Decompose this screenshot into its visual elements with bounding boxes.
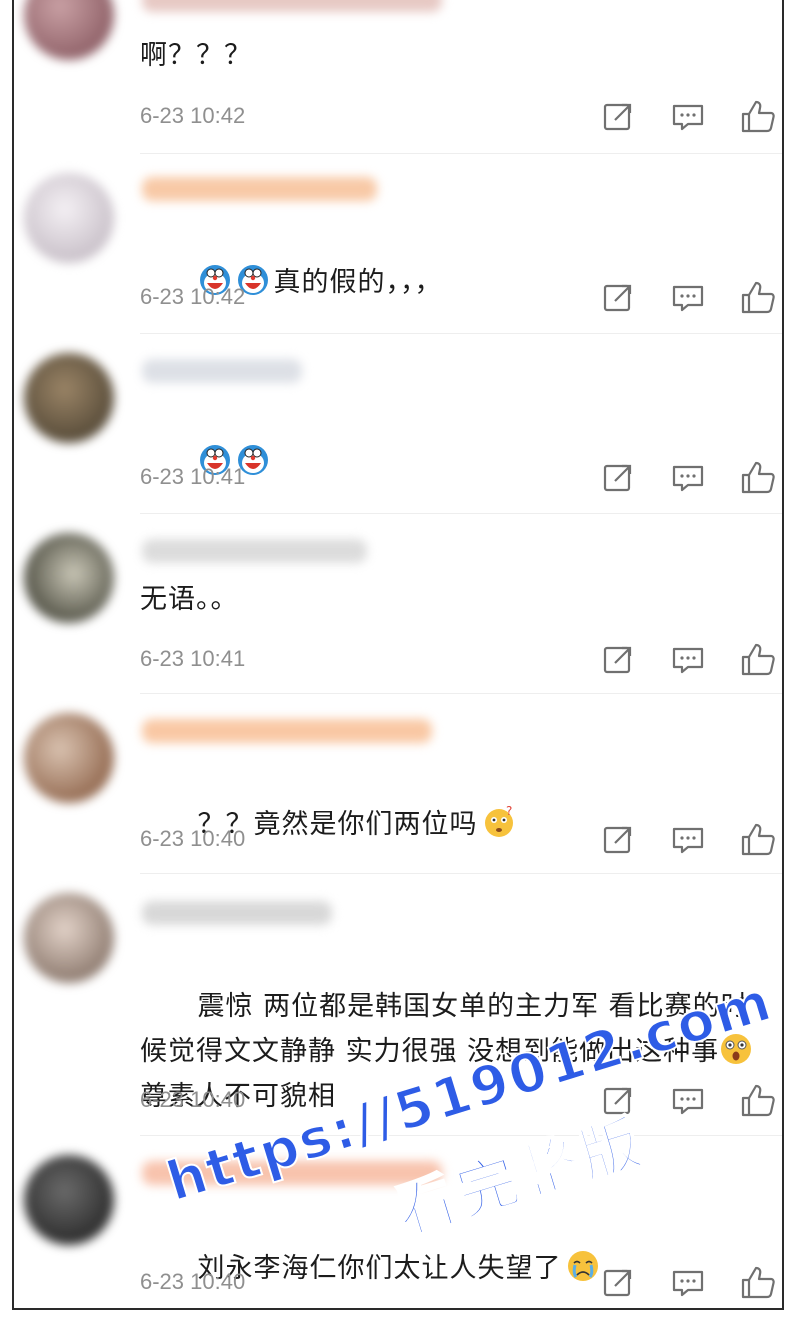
thumbs-up-icon[interactable]: [738, 1263, 778, 1303]
comment-time: 6-23 10:41: [140, 646, 246, 671]
comment-item: 震惊 两位都是韩国女单的主力军 看比赛的时候觉得文文静静 实力很强 没想到能做出…: [14, 873, 782, 1135]
comment-meta: 6-23 10:40: [140, 820, 775, 860]
comment-meta: 6-23 10:40: [140, 1081, 775, 1121]
comment-time: 6-23 10:42: [140, 103, 246, 128]
share-square-icon[interactable]: [598, 820, 638, 860]
comment-meta: 6-23 10:40: [140, 1263, 775, 1303]
thumbs-up-icon[interactable]: [738, 458, 778, 498]
comment-meta: 6-23 10:41: [140, 640, 775, 680]
thumbs-up-icon[interactable]: [738, 1081, 778, 1121]
avatar[interactable]: [24, 713, 114, 803]
comment-item: ？？竟然是你们两位吗? 6-23 10:40: [14, 693, 782, 873]
svg-text:?: ?: [506, 805, 513, 818]
thumbs-up-icon[interactable]: [738, 278, 778, 318]
comment-text: 无语。。: [140, 584, 239, 615]
astonished-face-emoji: [719, 1032, 753, 1066]
username-blurred[interactable]: [142, 359, 302, 383]
username-blurred[interactable]: [142, 901, 332, 925]
thumbs-up-icon[interactable]: [738, 640, 778, 680]
avatar[interactable]: [24, 1155, 114, 1245]
comment-meta: 6-23 10:42: [140, 97, 775, 137]
avatar[interactable]: [24, 0, 114, 60]
comment-bubble-icon[interactable]: [668, 820, 708, 860]
comment-time: 6-23 10:40: [140, 1087, 246, 1112]
share-square-icon[interactable]: [598, 278, 638, 318]
thumbs-up-icon[interactable]: [738, 97, 778, 137]
avatar[interactable]: [24, 173, 114, 263]
comment-bubble-icon[interactable]: [668, 97, 708, 137]
comment-time: 6-23 10:41: [140, 464, 246, 489]
comment-bubble-icon[interactable]: [668, 278, 708, 318]
share-square-icon[interactable]: [598, 640, 638, 680]
comment-time: 6-23 10:42: [140, 284, 246, 309]
username-blurred[interactable]: [142, 0, 442, 12]
comment-meta: 6-23 10:42: [140, 278, 775, 318]
comment-text: 震惊 两位都是韩国女单的主力军 看比赛的时候觉得文文静静 实力很强 没想到能做出…: [140, 991, 749, 1067]
share-square-icon[interactable]: [598, 1081, 638, 1121]
share-square-icon[interactable]: [598, 1263, 638, 1303]
comment-list: 啊？？？ 6-23 10:42 真的假的，，， 6-23 10:42 6-23 …: [12, 0, 784, 1310]
share-square-icon[interactable]: [598, 97, 638, 137]
thumbs-up-icon[interactable]: [738, 820, 778, 860]
comment-bubble-icon[interactable]: [668, 1263, 708, 1303]
comment-time: 6-23 10:40: [140, 826, 246, 851]
avatar[interactable]: [24, 533, 114, 623]
comment-item: 刘永李海仁你们太让人失望了 6-23 10:40: [14, 1135, 782, 1308]
comment-meta: 6-23 10:41: [140, 458, 775, 498]
comment-item: 6-23 10:41: [14, 333, 782, 513]
comment-item: 无语。。 6-23 10:41: [14, 513, 782, 693]
username-blurred[interactable]: [142, 719, 432, 743]
username-blurred[interactable]: [142, 539, 367, 563]
avatar[interactable]: [24, 353, 114, 443]
comment-text-block: 震惊 两位都是韩国女单的主力军 看比赛的时候觉得文文静静 实力很强 没想到能做出…: [140, 939, 758, 1164]
comment-bubble-icon[interactable]: [668, 1081, 708, 1121]
comment-item: 真的假的，，， 6-23 10:42: [14, 153, 782, 333]
username-blurred[interactable]: [142, 1161, 442, 1185]
username-blurred[interactable]: [142, 177, 377, 201]
comment-text: 啊？？？: [140, 40, 252, 71]
share-square-icon[interactable]: [598, 458, 638, 498]
comment-time: 6-23 10:40: [140, 1269, 246, 1294]
comment-bubble-icon[interactable]: [668, 640, 708, 680]
comment-item: 啊？？？ 6-23 10:42: [14, 0, 782, 150]
avatar[interactable]: [24, 893, 114, 983]
comment-bubble-icon[interactable]: [668, 458, 708, 498]
